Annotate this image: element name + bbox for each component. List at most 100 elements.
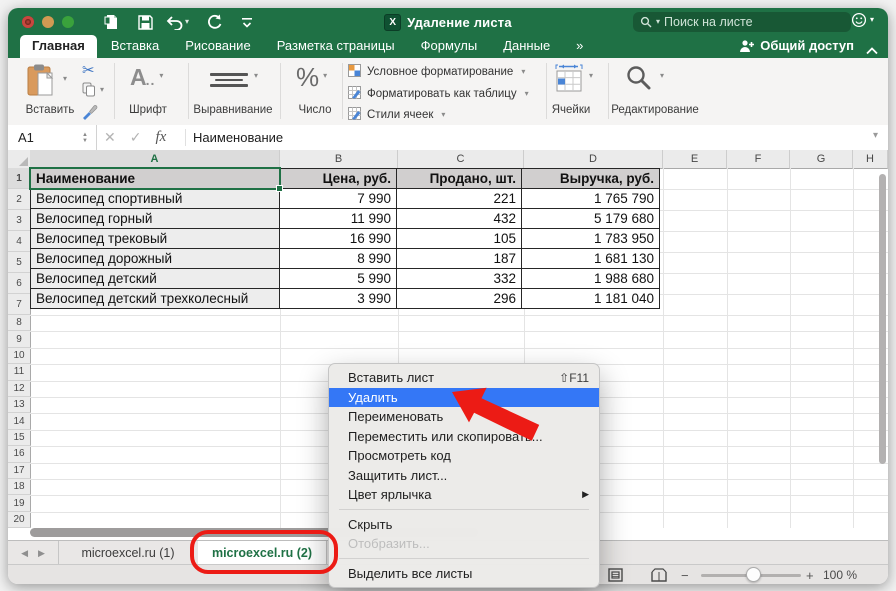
number-format-button[interactable]: % ▾ bbox=[296, 62, 327, 93]
table-cell[interactable]: 3 990 bbox=[280, 289, 397, 309]
table-cell[interactable]: 221 bbox=[397, 189, 522, 209]
table-header-cell[interactable]: Наименование bbox=[31, 169, 280, 189]
table-cell[interactable]: 8 990 bbox=[280, 249, 397, 269]
dropdown-caret[interactable]: ▾ bbox=[521, 68, 525, 76]
insert-function-icon[interactable]: fx bbox=[155, 129, 166, 146]
cancel-entry-icon[interactable]: ✕ bbox=[104, 129, 116, 146]
expand-formula-bar-chevron[interactable]: ▾ bbox=[873, 130, 878, 141]
zoom-slider-thumb[interactable] bbox=[746, 567, 761, 582]
vertical-scrollbar[interactable] bbox=[879, 174, 886, 464]
table-cell[interactable]: Велосипед спортивный bbox=[31, 189, 280, 209]
row-header-2[interactable]: 2 bbox=[8, 189, 31, 210]
table-cell[interactable]: Велосипед трековый bbox=[31, 229, 280, 249]
paste-dropdown-caret[interactable]: ▾ bbox=[63, 75, 67, 99]
table-cell[interactable]: Велосипед детский трехколесный bbox=[31, 289, 280, 309]
table-cell[interactable]: 432 bbox=[397, 209, 522, 229]
row-header-5[interactable]: 5 bbox=[8, 252, 31, 273]
row-header-14[interactable]: 14 bbox=[8, 413, 31, 429]
sheet-tab-1[interactable]: microexcel.ru (1) bbox=[58, 541, 199, 565]
table-cell[interactable]: 11 990 bbox=[280, 209, 397, 229]
ribbon-tab-2[interactable]: Вставка bbox=[99, 35, 171, 58]
menu-item-цвет-ярлычка[interactable]: Цвет ярлычка▶ bbox=[329, 485, 599, 505]
editing-dropdown-caret[interactable]: ▾ bbox=[660, 72, 664, 92]
row-header-4[interactable]: 4 bbox=[8, 231, 31, 252]
menu-item-выделить-все-листы[interactable]: Выделить все листы bbox=[329, 564, 599, 584]
feedback-smiley-button[interactable]: ▾ bbox=[851, 12, 874, 28]
row-header-18[interactable]: 18 bbox=[8, 479, 31, 495]
table-cell[interactable]: Велосипед горный bbox=[31, 209, 280, 229]
column-header-F[interactable]: F bbox=[727, 150, 790, 169]
column-header-B[interactable]: B bbox=[280, 150, 398, 169]
cells-dropdown-caret[interactable]: ▾ bbox=[589, 72, 593, 94]
table-cell[interactable]: 1 988 680 bbox=[522, 269, 660, 289]
menu-item-удалить[interactable]: Удалить bbox=[329, 388, 599, 408]
row-header-15[interactable]: 15 bbox=[8, 430, 31, 446]
paste-button[interactable]: ▾ bbox=[26, 63, 67, 99]
cell-styles-button[interactable]: Стили ячеек▾ bbox=[348, 107, 445, 123]
font-button[interactable]: A.. ▾ bbox=[130, 64, 163, 91]
alignment-button[interactable]: ▾ bbox=[210, 70, 258, 90]
cut-button[interactable]: ✂ bbox=[82, 61, 95, 80]
table-cell[interactable]: 105 bbox=[397, 229, 522, 249]
table-header-cell[interactable]: Выручка, руб. bbox=[522, 169, 660, 189]
menu-item-переименовать[interactable]: Переименовать bbox=[329, 407, 599, 427]
row-header-9[interactable]: 9 bbox=[8, 331, 31, 347]
editing-button[interactable]: ▾ bbox=[624, 64, 664, 92]
table-cell[interactable]: 332 bbox=[397, 269, 522, 289]
row-header-20[interactable]: 20 bbox=[8, 512, 31, 528]
format-as-table-button[interactable]: Форматировать как таблицу▾ bbox=[348, 86, 529, 102]
share-button[interactable]: Общий доступ bbox=[739, 38, 854, 53]
menu-item-вставить-лист[interactable]: Вставить лист⇧F11 bbox=[329, 368, 599, 388]
column-header-A[interactable]: A bbox=[30, 150, 280, 169]
row-header-17[interactable]: 17 bbox=[8, 463, 31, 479]
table-cell[interactable]: 1 181 040 bbox=[522, 289, 660, 309]
row-header-1[interactable]: 1 bbox=[8, 168, 31, 189]
table-header-cell[interactable]: Продано, шт. bbox=[397, 169, 522, 189]
ribbon-tab-4[interactable]: Разметка страницы bbox=[265, 35, 407, 58]
row-header-8[interactable]: 8 bbox=[8, 315, 31, 331]
number-dropdown-caret[interactable]: ▾ bbox=[323, 72, 327, 93]
menu-item-скрыть[interactable]: Скрыть bbox=[329, 515, 599, 535]
confirm-entry-icon[interactable]: ✓ bbox=[130, 129, 142, 146]
dropdown-caret[interactable]: ▾ bbox=[525, 90, 529, 98]
ribbon-tab-1[interactable]: Главная bbox=[20, 35, 97, 58]
name-box[interactable]: A1 ▲▼ bbox=[8, 125, 97, 150]
table-cell[interactable]: 296 bbox=[397, 289, 522, 309]
table-cell[interactable]: 187 bbox=[397, 249, 522, 269]
format-painter-button[interactable] bbox=[82, 104, 98, 125]
normal-view-button[interactable] bbox=[608, 568, 623, 584]
column-header-G[interactable]: G bbox=[790, 150, 853, 169]
ribbon-tab-6[interactable]: Данные bbox=[491, 35, 562, 58]
row-header-6[interactable]: 6 bbox=[8, 273, 31, 294]
prev-sheet-arrow[interactable]: ◀ bbox=[21, 548, 28, 559]
table-cell[interactable]: 7 990 bbox=[280, 189, 397, 209]
table-cell[interactable]: 1 783 950 bbox=[522, 229, 660, 249]
zoom-out-button[interactable]: − bbox=[681, 568, 689, 583]
conditional-formatting-button[interactable]: Условное форматирование▾ bbox=[348, 64, 525, 80]
formula-content[interactable]: Наименование bbox=[193, 125, 283, 150]
table-cell[interactable]: Велосипед детский bbox=[31, 269, 280, 289]
dropdown-caret[interactable]: ▾ bbox=[441, 111, 445, 119]
select-all-corner[interactable] bbox=[8, 150, 31, 169]
table-header-cell[interactable]: Цена, руб. bbox=[280, 169, 397, 189]
column-header-H[interactable]: H bbox=[853, 150, 888, 169]
column-header-E[interactable]: E bbox=[663, 150, 727, 169]
menu-item-переместить-или-скопировать-[interactable]: Переместить или скопировать... bbox=[329, 427, 599, 447]
row-header-10[interactable]: 10 bbox=[8, 348, 31, 364]
row-header-12[interactable]: 12 bbox=[8, 381, 31, 397]
menu-item-просмотреть-код[interactable]: Просмотреть код bbox=[329, 446, 599, 466]
row-header-11[interactable]: 11 bbox=[8, 364, 31, 380]
ribbon-tab-3[interactable]: Рисование bbox=[173, 35, 262, 58]
column-header-C[interactable]: C bbox=[398, 150, 524, 169]
table-cell[interactable]: 1 681 130 bbox=[522, 249, 660, 269]
menu-item-защитить-лист-[interactable]: Защитить лист... bbox=[329, 466, 599, 486]
alignment-dropdown-caret[interactable]: ▾ bbox=[254, 72, 258, 90]
table-cell[interactable]: 5 990 bbox=[280, 269, 397, 289]
row-header-3[interactable]: 3 bbox=[8, 210, 31, 231]
name-box-stepper[interactable]: ▲▼ bbox=[82, 132, 96, 144]
table-cell[interactable]: 1 765 790 bbox=[522, 189, 660, 209]
copy-dropdown-caret[interactable]: ▾ bbox=[100, 86, 104, 94]
zoom-in-button[interactable]: + bbox=[806, 568, 814, 583]
table-cell[interactable]: 16 990 bbox=[280, 229, 397, 249]
search-scope-caret[interactable]: ▾ bbox=[656, 18, 660, 26]
